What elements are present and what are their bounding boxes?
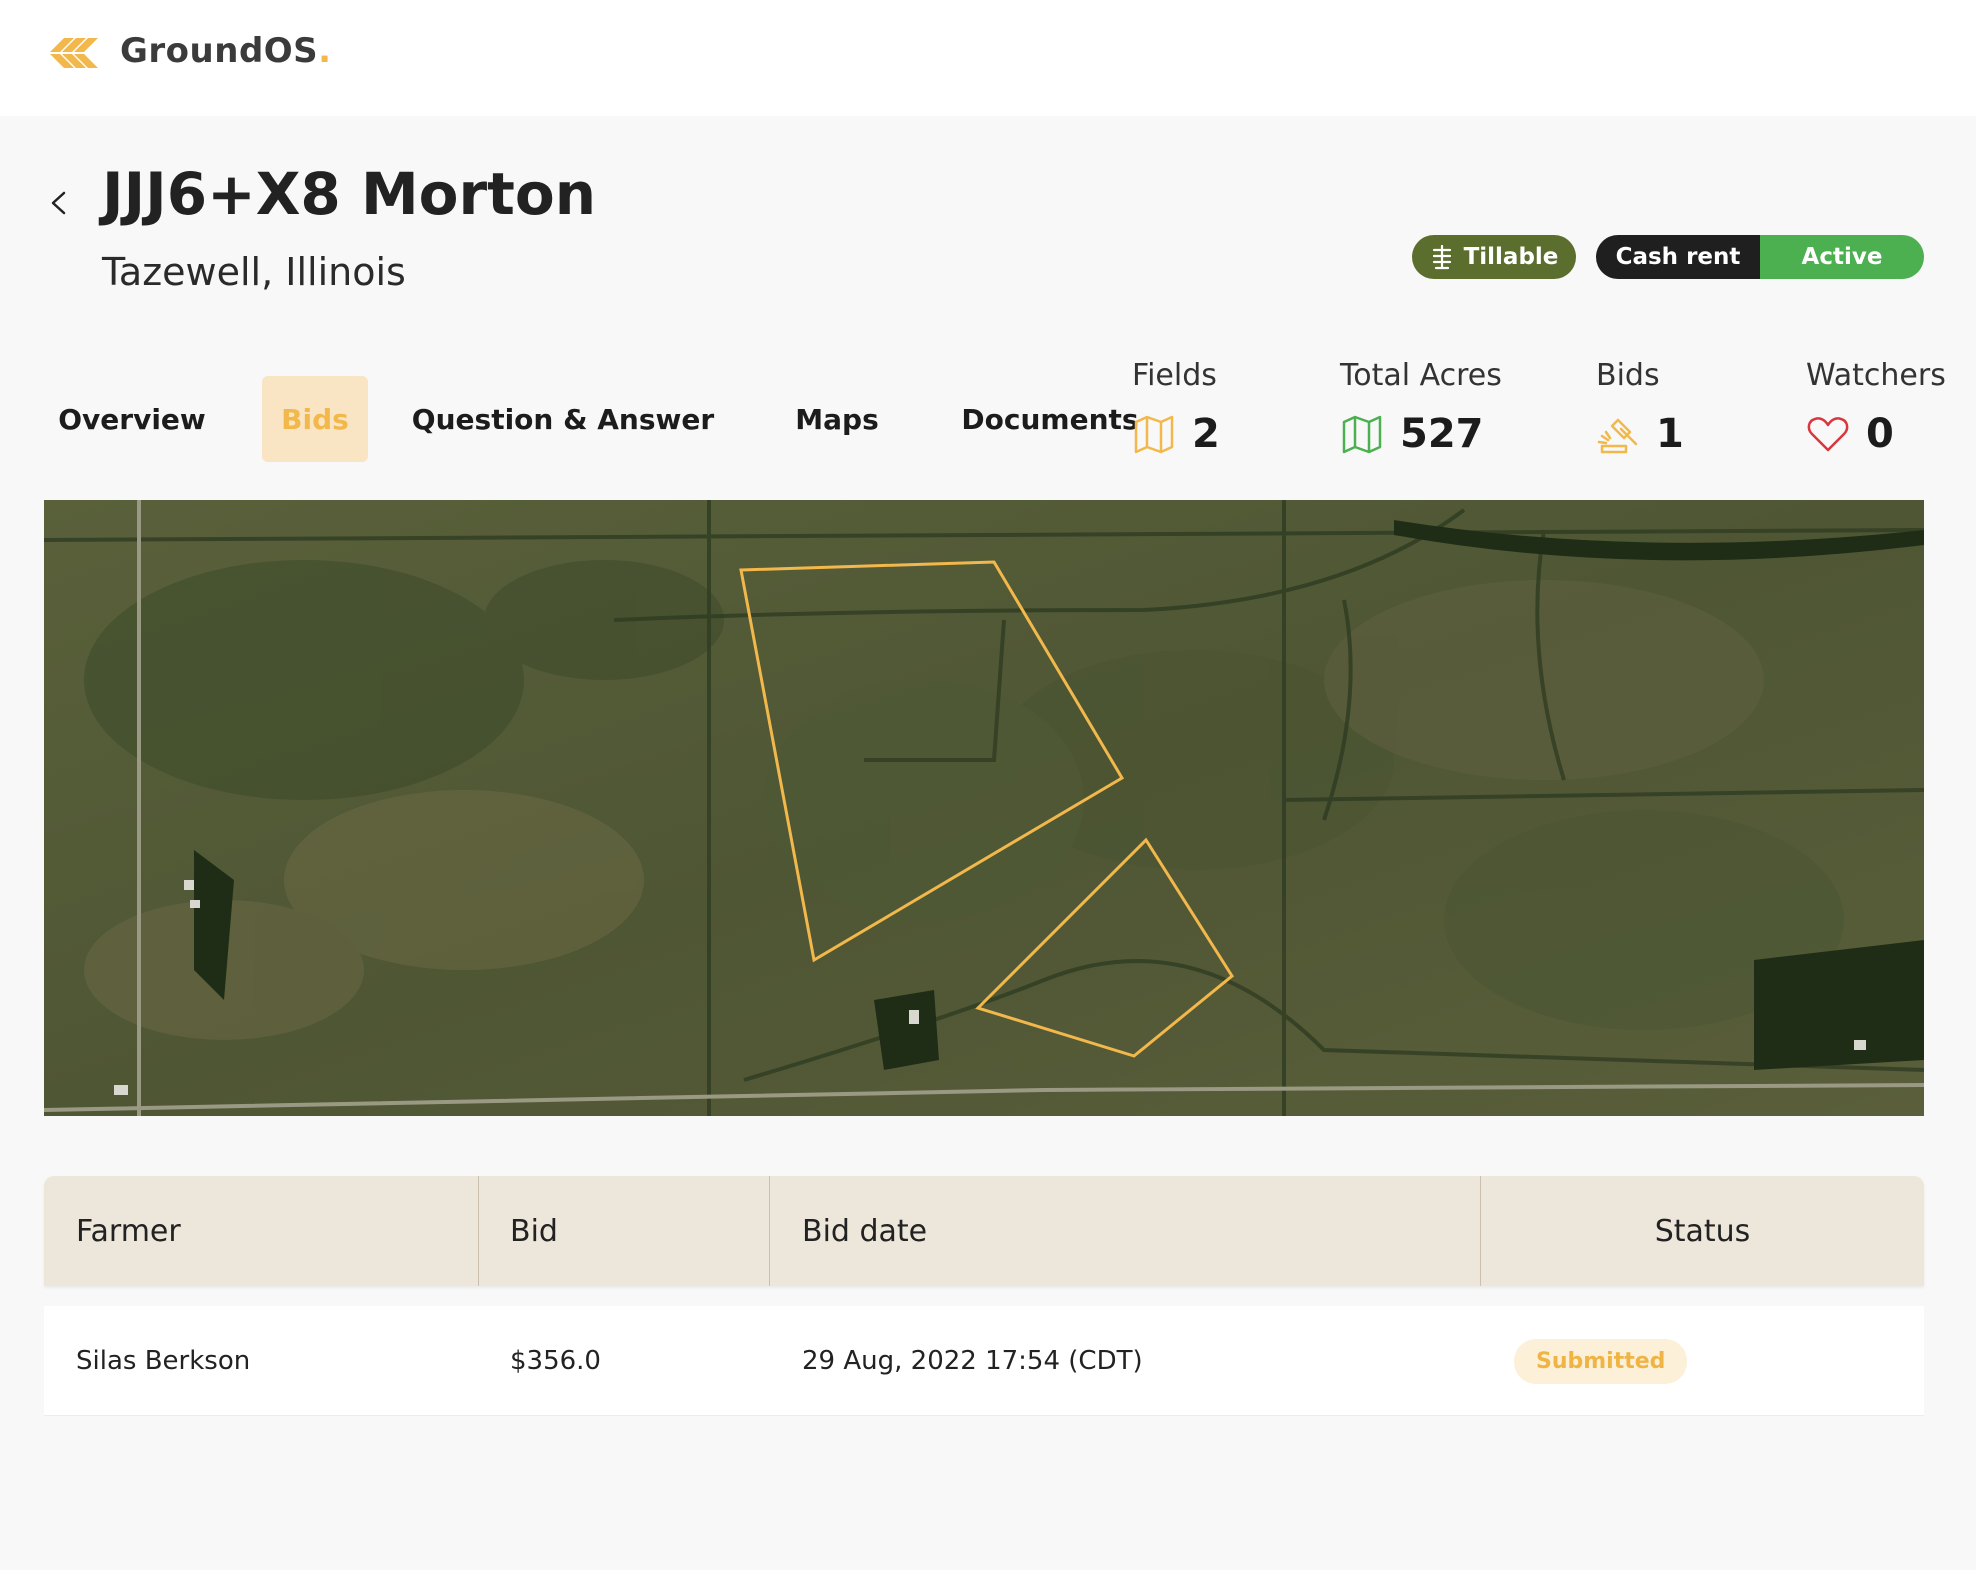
status-pill: Submitted: [1514, 1338, 1688, 1384]
stat-watchers-value: 0: [1866, 411, 1894, 457]
logo[interactable]: GroundOS.: [46, 22, 332, 80]
stat-fields-value: 2: [1192, 411, 1220, 457]
column-header-farmer: Farmer: [76, 1213, 181, 1249]
stat-bids-value: 1: [1656, 411, 1684, 457]
top-bar: GroundOS.: [0, 0, 1976, 116]
tab-documents[interactable]: Documents: [944, 376, 1156, 462]
map-icon: [1342, 415, 1382, 454]
stat-acres-label: Total Acres: [1340, 358, 1502, 393]
stat-watchers-label: Watchers: [1806, 358, 1946, 393]
brand-mark: .: [318, 31, 332, 71]
lease-status-badge: Cash rent Active: [1596, 235, 1924, 279]
cell-bid: $356.0: [510, 1346, 601, 1376]
tab-overview[interactable]: Overview: [44, 376, 220, 462]
cell-farmer: Silas Berkson: [76, 1346, 251, 1376]
tillable-label: Tillable: [1463, 244, 1559, 270]
back-arrow-icon[interactable]: [44, 188, 74, 218]
gavel-icon: [1597, 418, 1638, 454]
bids-table: Farmer Bid Bid date Status Silas Berkson…: [44, 1176, 1924, 1416]
satellite-map[interactable]: [44, 500, 1924, 1116]
stat-acres-value: 527: [1400, 411, 1484, 457]
status-badge: Active: [1760, 235, 1924, 279]
groundos-logo-icon: [50, 38, 98, 68]
table-row[interactable]: Silas Berkson $356.0 29 Aug, 2022 17:54 …: [44, 1306, 1924, 1416]
heart-icon[interactable]: [1806, 412, 1850, 456]
cell-status: Submitted: [1514, 1306, 1688, 1416]
column-header-bid-date: Bid date: [802, 1213, 928, 1249]
brand-name: GroundOS.: [120, 31, 332, 71]
column-header-status: Status: [1654, 1213, 1751, 1249]
column-divider: [769, 1176, 770, 1286]
stat-watchers: Watchers 0: [1806, 358, 1946, 457]
crop-icon: [1432, 244, 1451, 270]
page-title: JJJ6+X8 Morton: [102, 160, 596, 228]
stat-bids: Bids 1: [1596, 358, 1684, 457]
column-divider: [478, 1176, 479, 1286]
tab-bids[interactable]: Bids: [262, 376, 368, 462]
stat-fields: Fields 2: [1132, 358, 1220, 457]
map-icon: [1134, 415, 1174, 454]
stat-total-acres: Total Acres 527: [1340, 358, 1502, 457]
table-header: Farmer Bid Bid date Status: [44, 1176, 1924, 1286]
lease-type-badge: Cash rent: [1596, 235, 1760, 279]
tillable-badge: Tillable: [1412, 235, 1576, 279]
cell-bid-date: 29 Aug, 2022 17:54 (CDT): [802, 1346, 1143, 1376]
stat-bids-label: Bids: [1596, 358, 1660, 393]
tab-question-answer[interactable]: Question & Answer: [412, 376, 714, 462]
stat-fields-label: Fields: [1132, 358, 1217, 393]
page-subtitle: Tazewell, Illinois: [102, 250, 406, 294]
column-header-bid: Bid: [510, 1213, 558, 1249]
tab-maps[interactable]: Maps: [772, 376, 902, 462]
